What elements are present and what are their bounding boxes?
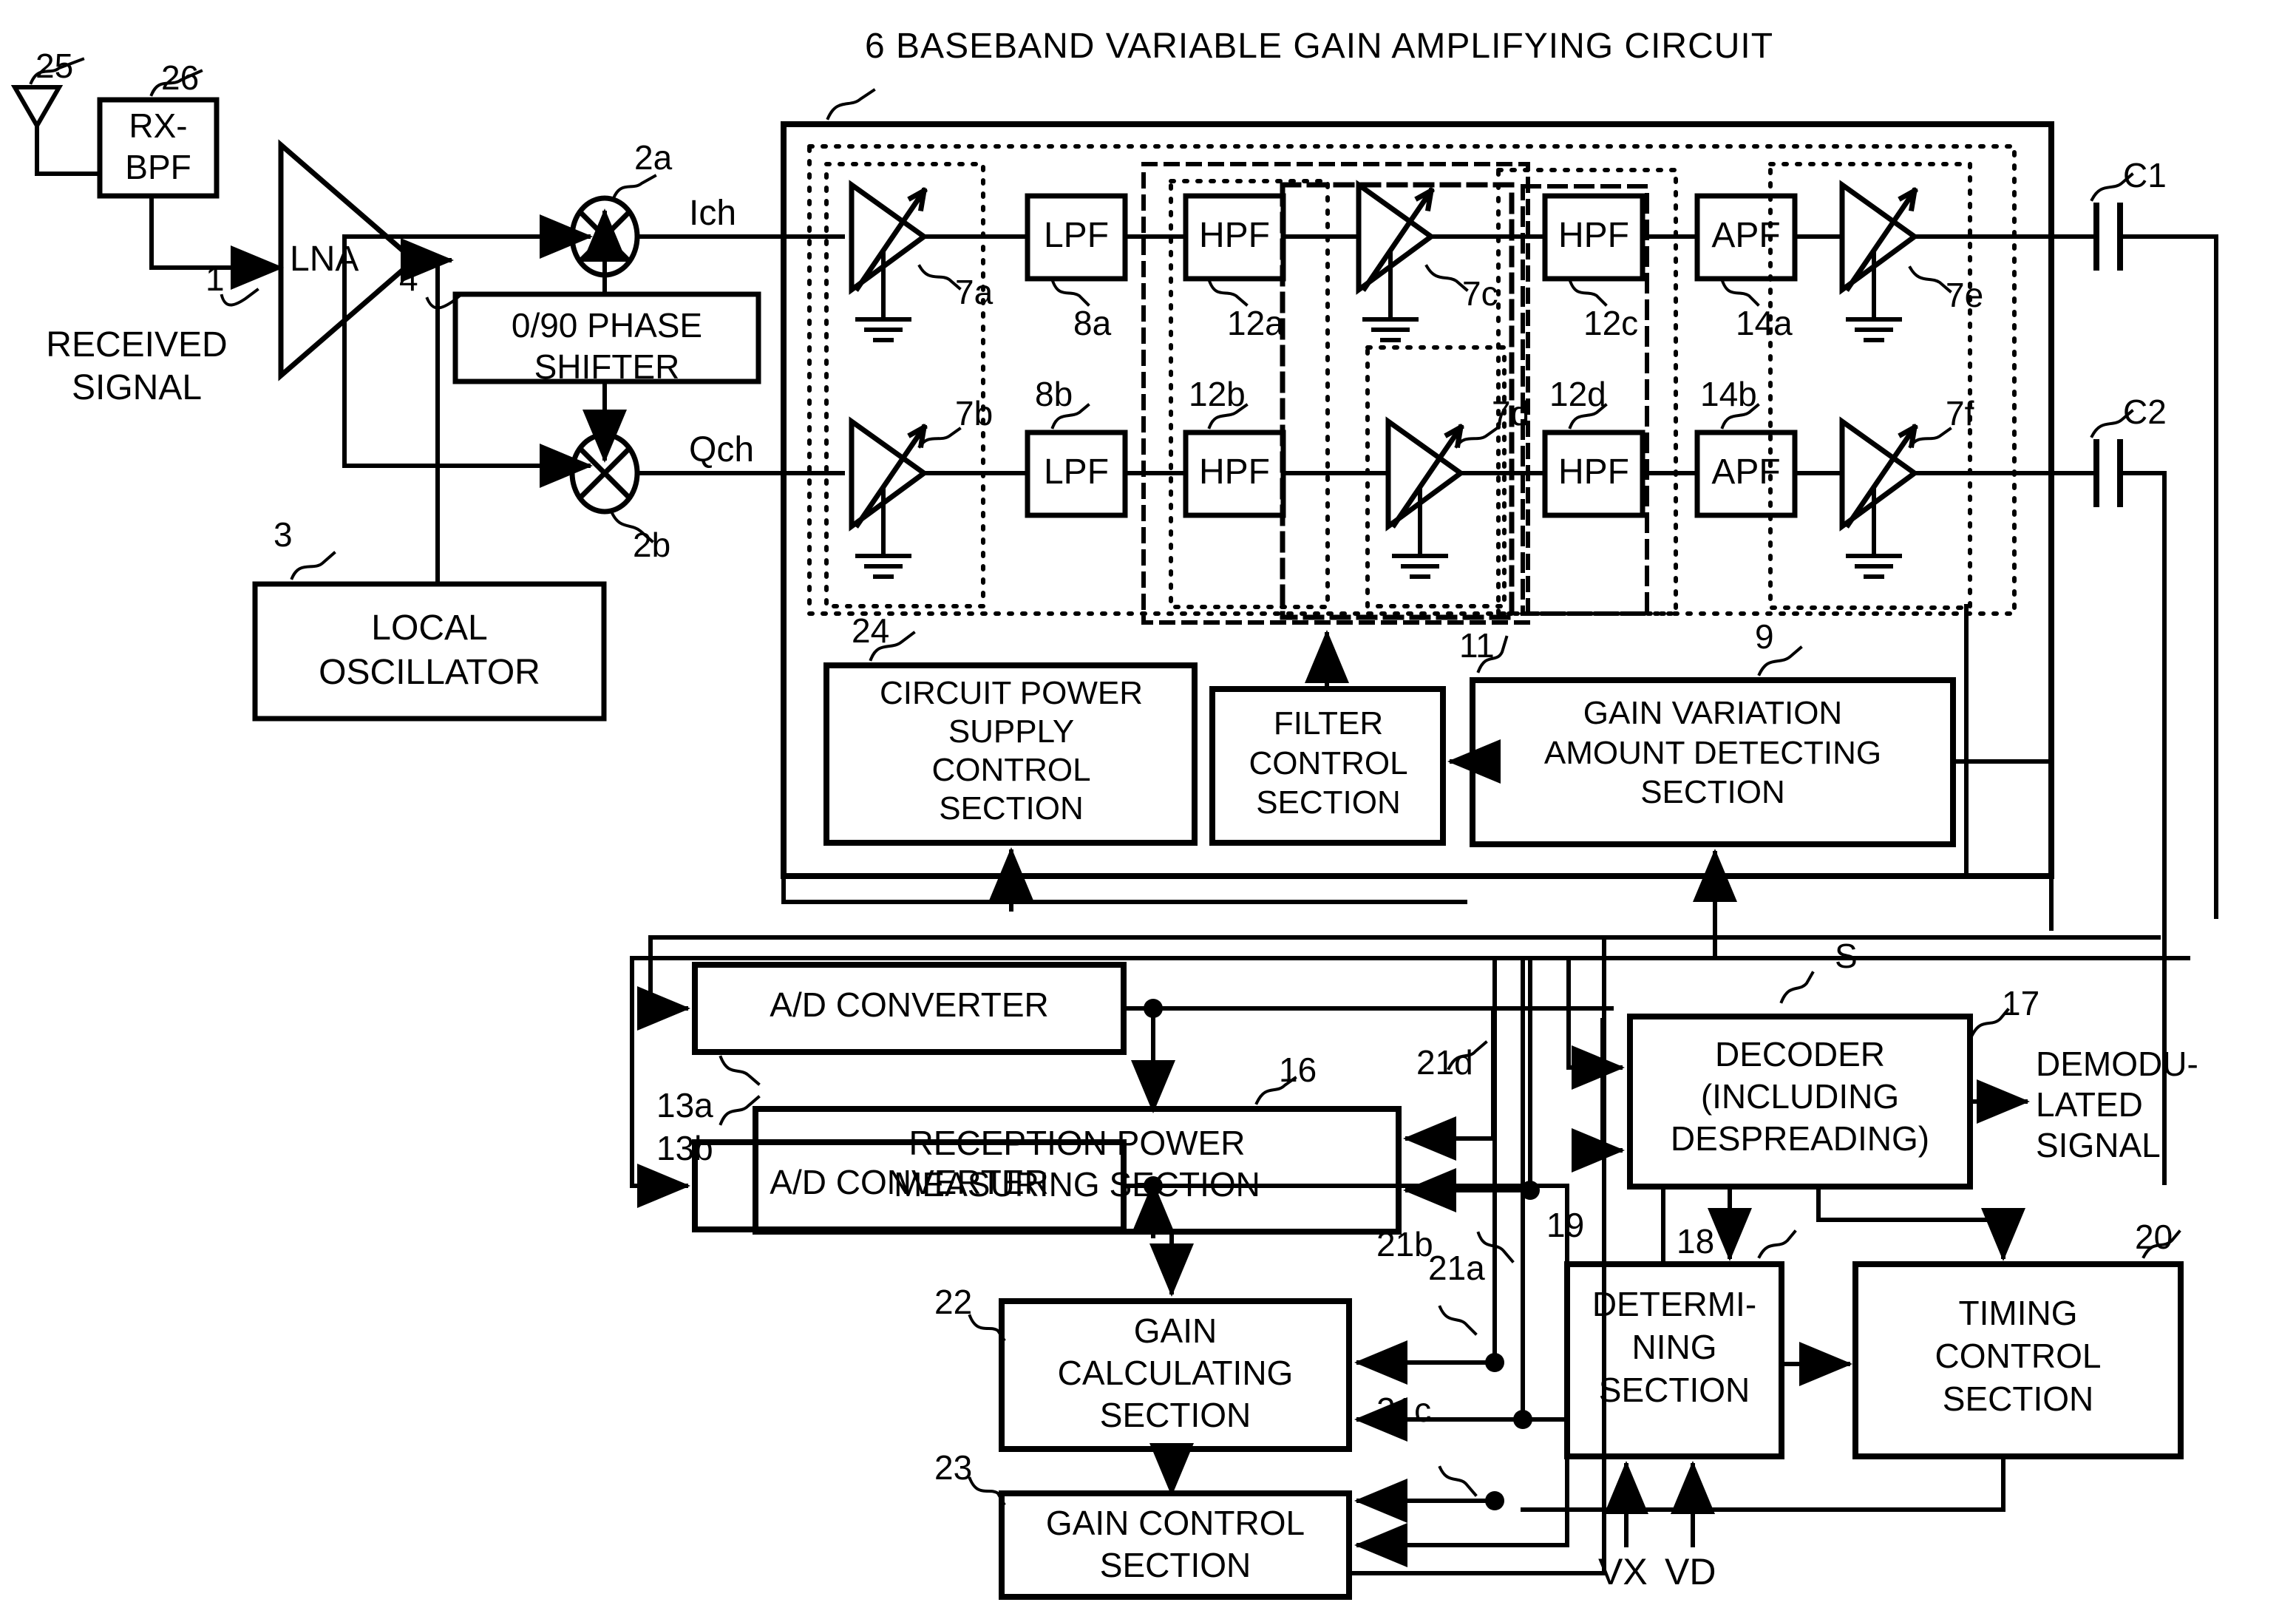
ref-hpf-12b: 12b <box>1189 375 1246 413</box>
ref-hpf-12d: 12d <box>1549 375 1606 413</box>
ref-reception-power: 16 <box>1279 1051 1317 1089</box>
hpf-12c-block: HPF <box>1558 216 1629 255</box>
phase-shifter-block: 0/90 PHASE SHIFTER <box>511 306 703 387</box>
patent-figure: 25 26 RX- BPF 1 LNA RECEIVED SIGNAL 4 0/… <box>0 0 2296 1622</box>
ref-vga-7a: 7a <box>955 273 994 311</box>
determining-block: DETERMI- NING SECTION <box>1592 1285 1757 1409</box>
ref-vga-7d: 7d <box>1492 394 1530 432</box>
ref-vga-7c: 7c <box>1462 274 1498 313</box>
ref-hpf-12c: 12c <box>1583 304 1639 342</box>
ref-lpf-8a: 8a <box>1073 304 1112 342</box>
lpf-8a-block: LPF <box>1043 216 1110 255</box>
ref-decoder: 17 <box>2002 984 2040 1022</box>
ref-line-21a: 21a <box>1428 1249 1485 1287</box>
ref-gain-calculating: 22 <box>934 1283 973 1321</box>
qch-label: Qch <box>689 430 755 469</box>
received-signal-label: RECEIVED SIGNAL <box>46 325 228 407</box>
ref-line-21d: 21d <box>1416 1043 1473 1082</box>
ref-local-oscillator: 3 <box>274 515 293 554</box>
ref-antenna: 25 <box>35 47 74 85</box>
lpf-8b-block: LPF <box>1043 452 1110 492</box>
ref-phase-shifter: 4 <box>399 259 418 298</box>
ref-vga-7b: 7b <box>955 394 994 432</box>
rx-bpf-block: RX- BPF <box>125 106 191 187</box>
ref-mixer-q: 2b <box>633 526 671 564</box>
ref-gain-variation: 9 <box>1755 617 1774 656</box>
ref-lna: 1 <box>206 259 225 298</box>
ref-vga-7e: 7e <box>1946 276 1984 314</box>
ref-mixer-i: 2a <box>634 138 673 177</box>
ref-hpf-12a: 12a <box>1227 304 1284 342</box>
ref-determining: 18 <box>1677 1222 1715 1260</box>
ref-apf-14a: 14a <box>1736 304 1793 342</box>
filter-control-block: FILTER CONTROL SECTION <box>1249 705 1408 821</box>
ref-decoder-s: S <box>1835 937 1858 975</box>
timing-control-block: TIMING CONTROL SECTION <box>1935 1294 2102 1418</box>
ref-rx-bpf: 26 <box>161 58 200 97</box>
ref-line-21b: 21b <box>1376 1225 1433 1263</box>
ref-cap-c1: C1 <box>2123 156 2167 194</box>
ad-converter-1-block: A/D CONVERTER <box>770 985 1049 1024</box>
apf-14b-block: APF <box>1711 452 1781 492</box>
ref-apf-14b: 14b <box>1700 375 1757 413</box>
ref-line-21c: 21c <box>1376 1391 1432 1429</box>
gain-variation-block: GAIN VARIATION AMOUNT DETECTING SECTION <box>1543 695 1882 811</box>
apf-14a-block: APF <box>1711 216 1781 255</box>
ref-ad-b: 13b <box>656 1129 713 1167</box>
vx-label: VX <box>1598 1551 1648 1592</box>
ich-label: Ich <box>689 194 737 233</box>
hpf-12b-block: HPF <box>1199 452 1270 492</box>
ref-filter-control: 11 <box>1459 626 1495 665</box>
ref-timing-control: 20 <box>2135 1218 2173 1256</box>
figure-title-text: 6 BASEBAND VARIABLE GAIN AMPLIFYING CIRC… <box>865 27 1774 66</box>
hpf-12a-block: HPF <box>1199 216 1270 255</box>
local-oscillator-block: LOCAL OSCILLATOR <box>319 608 540 692</box>
hpf-12d-block: HPF <box>1558 452 1629 492</box>
ref-line-19: 19 <box>1546 1206 1585 1244</box>
reception-power-block: RECEPTION POWER MEASURING SECTION <box>894 1124 1260 1204</box>
ref-gain-control: 23 <box>934 1448 973 1487</box>
decoder-block: DECODER (INCLUDING DESPREADING) <box>1670 1035 1930 1158</box>
demodulated-signal-label: DEMODU- LATED SIGNAL <box>2036 1045 2198 1165</box>
ref-circuit-power-supply: 24 <box>852 611 890 650</box>
gain-control-block: GAIN CONTROL SECTION <box>1045 1504 1305 1585</box>
figure-title: 6 BASEBAND VARIABLE GAIN AMPLIFYING CIRC… <box>865 27 1773 67</box>
ref-lpf-8b: 8b <box>1035 375 1073 413</box>
circuit-power-supply-block: CIRCUIT POWER SUPPLY CONTROL SECTION <box>879 675 1144 827</box>
vd-label: VD <box>1665 1551 1716 1592</box>
ref-vga-7f: 7f <box>1946 394 1974 432</box>
ref-cap-c2: C2 <box>2123 393 2167 431</box>
gain-calculating-block: GAIN CALCULATING SECTION <box>1057 1311 1294 1435</box>
lna-block: LNA <box>290 240 359 279</box>
ref-ad-a: 13a <box>656 1086 713 1124</box>
